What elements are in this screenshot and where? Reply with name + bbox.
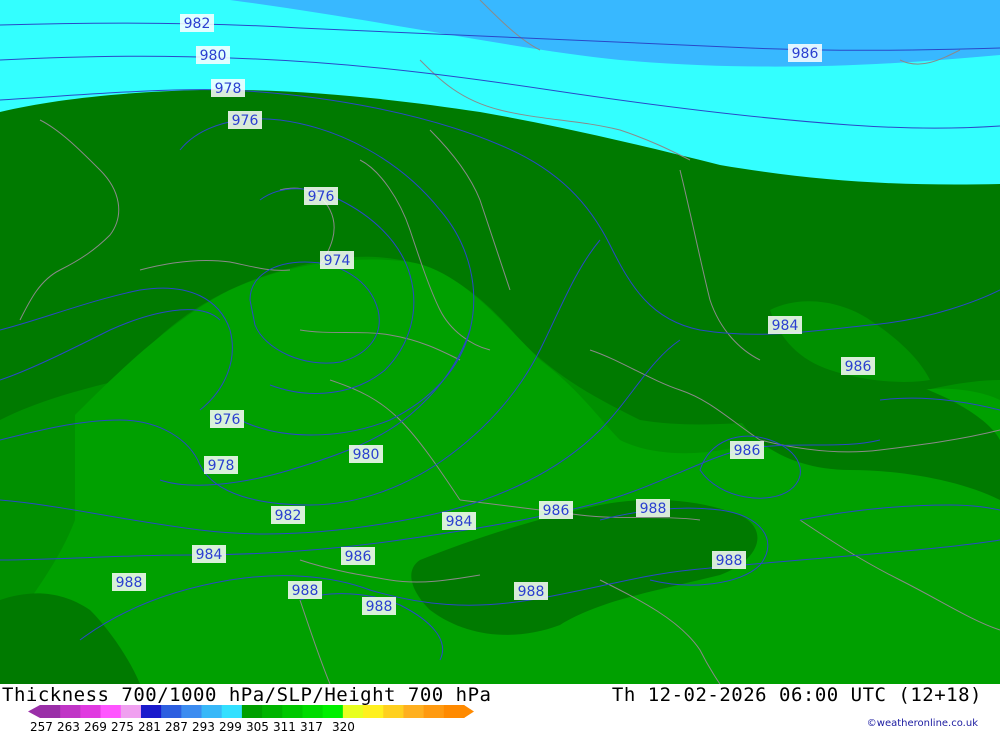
scale-tick-label: 263	[57, 720, 80, 733]
scale-tick-label: 320	[332, 720, 355, 733]
scale-tick-label: 257	[30, 720, 53, 733]
isobar-label: 980	[196, 46, 230, 64]
scale-tick-label: 293	[192, 720, 215, 733]
svg-text:982: 982	[275, 508, 302, 524]
svg-text:976: 976	[308, 189, 335, 205]
isobar-label: 988	[514, 582, 548, 600]
thickness-map: 982 980 986 978 976 976 974 984 986 976 …	[0, 0, 1000, 684]
svg-text:986: 986	[792, 46, 819, 62]
svg-text:988: 988	[640, 501, 667, 517]
isobar-label: 976	[210, 410, 244, 428]
isobar-label: 984	[442, 512, 476, 530]
scale-swatch	[282, 705, 303, 718]
svg-text:986: 986	[845, 359, 872, 375]
isobar-label: 982	[180, 14, 214, 32]
isobar-label: 976	[228, 111, 262, 129]
credit-link[interactable]: ©weatheronline.co.uk	[867, 718, 978, 729]
svg-text:984: 984	[196, 547, 223, 563]
svg-text:982: 982	[184, 16, 211, 32]
scale-swatch	[403, 705, 425, 718]
isobar-label: 986	[730, 441, 764, 459]
scale-swatch	[241, 705, 263, 718]
scale-swatch	[221, 705, 243, 718]
scale-swatch	[181, 705, 203, 718]
isobar-label: 986	[341, 547, 375, 565]
svg-text:984: 984	[772, 318, 799, 334]
svg-text:986: 986	[734, 443, 761, 459]
scale-tick-label: 281	[138, 720, 161, 733]
isobar-label: 988	[112, 573, 146, 591]
scale-swatch	[363, 705, 384, 718]
svg-text:988: 988	[292, 583, 319, 599]
scale-tick-label: 269	[84, 720, 107, 733]
svg-text:978: 978	[215, 81, 242, 97]
scale-swatch	[80, 705, 102, 718]
svg-text:986: 986	[345, 549, 372, 565]
scale-tick-label: 317	[300, 720, 323, 733]
scale-swatch	[423, 705, 445, 718]
isobar-label: 974	[320, 251, 354, 269]
isobar-label: 986	[841, 357, 875, 375]
isobar-label: 980	[349, 445, 383, 463]
scale-swatch	[201, 705, 223, 718]
svg-text:978: 978	[208, 458, 235, 474]
scale-tick-label: 287	[165, 720, 188, 733]
scale-tick-label: 305	[246, 720, 269, 733]
isobar-label: 988	[288, 581, 322, 599]
isobar-label: 988	[362, 597, 396, 615]
svg-text:984: 984	[446, 514, 473, 530]
isobar-label: 984	[192, 545, 226, 563]
scale-swatch	[262, 705, 283, 718]
isobar-label: 988	[712, 551, 746, 569]
color-scale: 257 263 269 275 281 287 293 299 305 311 317 320	[28, 705, 474, 733]
svg-text:976: 976	[214, 412, 241, 428]
scale-swatch	[60, 705, 81, 718]
scale-swatch	[322, 705, 344, 718]
scale-swatch	[161, 705, 182, 718]
scale-tick-label: 275	[111, 720, 134, 733]
scale-swatch	[383, 705, 404, 718]
isobar-label: 982	[271, 506, 305, 524]
isobar-label: 988	[636, 499, 670, 517]
scale-swatch	[40, 705, 61, 718]
scale-arrow-left	[28, 705, 40, 718]
scale-swatch	[120, 705, 142, 718]
svg-text:976: 976	[232, 113, 259, 129]
svg-text:988: 988	[716, 553, 743, 569]
valid-time: Th 12-02-2026 06:00 UTC (12+18)	[611, 684, 982, 706]
isobar-label: 978	[211, 79, 245, 97]
scale-swatch	[443, 705, 465, 718]
scale-arrow-right	[464, 705, 474, 718]
scale-swatch	[342, 705, 364, 718]
isobar-label: 978	[204, 456, 238, 474]
svg-text:986: 986	[543, 503, 570, 519]
isobar-label: 984	[768, 316, 802, 334]
scale-swatch	[140, 705, 162, 718]
svg-text:980: 980	[200, 48, 227, 64]
svg-text:974: 974	[324, 253, 351, 269]
isobar-label: 986	[788, 44, 822, 62]
svg-text:988: 988	[116, 575, 143, 591]
scale-swatch	[302, 705, 324, 718]
svg-text:988: 988	[366, 599, 393, 615]
footer: Thickness 700/1000 hPa/SLP/Height 700 hP…	[0, 684, 1000, 733]
scale-tick-label: 299	[219, 720, 242, 733]
svg-text:980: 980	[353, 447, 380, 463]
scale-swatch	[100, 705, 122, 718]
isobar-label: 976	[304, 187, 338, 205]
isobar-label: 986	[539, 501, 573, 519]
svg-text:988: 988	[518, 584, 545, 600]
map-title: Thickness 700/1000 hPa/SLP/Height 700 hP…	[2, 684, 492, 706]
scale-tick-label: 311	[273, 720, 296, 733]
